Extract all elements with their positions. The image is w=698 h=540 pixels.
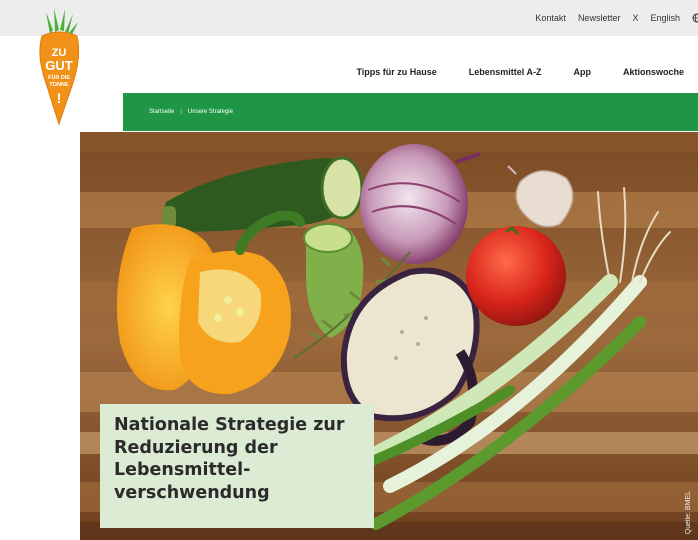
nav-item-aktionswoche[interactable]: Aktionswoche (623, 67, 684, 77)
nav-item-app[interactable]: App (573, 67, 591, 77)
breadcrumb: Startseite | Unsere Strategie (123, 93, 698, 131)
hero-banner: Nationale Strategie zur Reduzierung der … (80, 132, 698, 540)
hero-title-line-1: Nationale Strategie zur (114, 415, 345, 435)
main-nav: Tipps für zu Hause Lebensmittel A-Z App … (356, 60, 684, 84)
nav-item-lebensmittel[interactable]: Lebensmittel A-Z (469, 67, 542, 77)
image-credit: Quelle: BMEL (685, 490, 692, 534)
utility-link-kontakt[interactable]: Kontakt (535, 13, 566, 23)
logo-text-gut: GUT (45, 58, 73, 73)
utility-link-x[interactable]: X (632, 13, 638, 23)
breadcrumb-item-startseite[interactable]: Startseite (149, 109, 174, 115)
logo-text-tonne: TONNE (49, 82, 68, 88)
breadcrumb-separator: | (180, 109, 182, 115)
breadcrumb-item-strategie: Unsere Strategie (187, 109, 233, 115)
logo-zu-gut-fuer-die-tonne[interactable]: ZU GUT FÜR DIE TONNE ! (28, 6, 90, 126)
logo-text-fuer-die: FÜR DIE (48, 74, 70, 81)
utility-links: Kontakt Newsletter X English (535, 0, 698, 36)
hero-title-line-3: Lebensmittel- (114, 460, 251, 480)
hero-title-line-2: Reduzierung der (114, 437, 278, 458)
globe-icon[interactable] (692, 13, 698, 23)
utility-bar: Kontakt Newsletter X English (0, 0, 698, 36)
nav-item-tipps[interactable]: Tipps für zu Hause (356, 67, 436, 77)
utility-link-newsletter[interactable]: Newsletter (578, 13, 621, 23)
hero-title-box: Nationale Strategie zur Reduzierung der … (100, 404, 374, 528)
utility-link-english[interactable]: English (650, 13, 680, 23)
hero-title-line-4: verschwendung (114, 482, 270, 503)
logo-text-exclamation: ! (57, 90, 62, 106)
